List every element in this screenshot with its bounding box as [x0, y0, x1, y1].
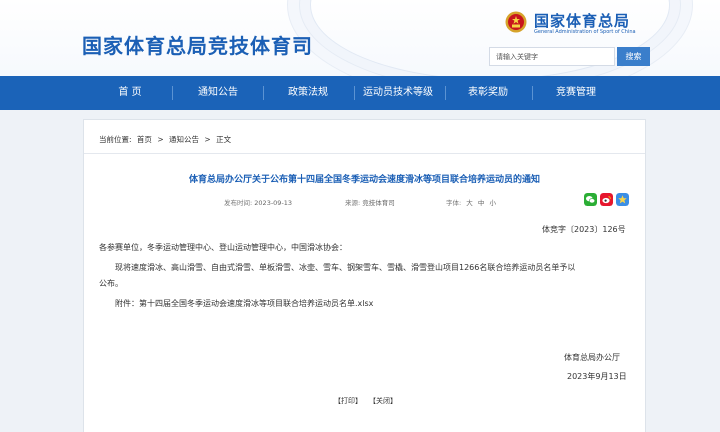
- source-label: 来源:: [345, 199, 361, 207]
- nav-item-competition[interactable]: 竞赛管理: [538, 76, 614, 110]
- weibo-icon[interactable]: [600, 193, 613, 206]
- main-nav: 首 页 通知公告 政策法规 运动员技术等级 表彰奖励 竞赛管理: [0, 76, 720, 110]
- search-input[interactable]: [489, 47, 615, 66]
- nav-item-home[interactable]: 首 页: [98, 76, 162, 110]
- breadcrumb-notices[interactable]: 通知公告: [169, 135, 199, 144]
- body-paragraph-line-1: 现将速度滑冰、高山滑雪、自由式滑雪、单板滑雪、冰壶、雪车、钢架雪车、雪橇、滑雪登…: [115, 263, 576, 272]
- article-title: 体育总局办公厅关于公布第十四届全国冬季运动会速度滑冰等项目联合培养运动员的通知: [188, 175, 540, 185]
- publish-date: 发布时间: 2023-09-13: [224, 197, 292, 207]
- favorite-icon[interactable]: [616, 193, 629, 206]
- close-button[interactable]: 【关闭】: [369, 396, 397, 406]
- font-size-label: 字体:: [446, 199, 462, 207]
- nav-item-athlete-grades[interactable]: 运动员技术等级: [356, 76, 440, 110]
- nav-item-policies[interactable]: 政策法规: [270, 76, 346, 110]
- article-source: 来源: 竞技体育司: [345, 197, 395, 207]
- search-button[interactable]: 搜索: [617, 47, 650, 66]
- font-size-medium[interactable]: 中: [478, 199, 485, 207]
- publish-date-value: 2023-09-13: [254, 199, 293, 207]
- agency-english-name: General Administration of Sport of China: [534, 29, 636, 35]
- attachment-link[interactable]: 附件：第十四届全国冬季运动会速度滑冰等项目联合培养运动员名单.xlsx: [115, 298, 373, 309]
- breadcrumb-current: 正文: [216, 135, 232, 144]
- font-size-large[interactable]: 大: [466, 199, 473, 207]
- nav-separator: [172, 86, 173, 100]
- font-size-small[interactable]: 小: [489, 199, 496, 207]
- site-header: 国家体育总局竞技体育司 国家体育总局 General Administratio…: [0, 0, 720, 76]
- signature-date: 2023年9月13日: [567, 372, 627, 381]
- body-paragraph-line-2: 公布。: [99, 279, 123, 288]
- nav-item-notices[interactable]: 通知公告: [180, 76, 256, 110]
- nav-separator: [532, 86, 533, 100]
- agency-name[interactable]: 国家体育总局: [534, 10, 630, 31]
- source-value: 竞技体育司: [362, 199, 395, 207]
- nav-item-awards[interactable]: 表彰奖励: [450, 76, 526, 110]
- recipients-line: 各参赛单位，冬季运动管理中心、登山运动管理中心，中国滑冰协会：: [99, 243, 347, 252]
- article-panel: 当前位置: 首页 > 通知公告 > 正文 体育总局办公厅关于公布第十四届全国冬季…: [83, 119, 646, 432]
- site-title[interactable]: 国家体育总局竞技体育司: [82, 30, 313, 59]
- breadcrumb-separator: >: [157, 135, 164, 144]
- nav-separator: [263, 86, 264, 100]
- nav-separator: [354, 86, 355, 100]
- wechat-icon[interactable]: [584, 193, 597, 206]
- breadcrumb-separator: >: [204, 135, 211, 144]
- breadcrumb-home[interactable]: 首页: [137, 135, 152, 144]
- publish-date-label: 发布时间:: [224, 199, 253, 207]
- national-emblem-icon: [505, 11, 527, 33]
- nav-separator: [445, 86, 446, 100]
- breadcrumb-divider: [84, 153, 645, 154]
- breadcrumb: 当前位置: 首页 > 通知公告 > 正文: [99, 134, 234, 145]
- print-button[interactable]: 【打印】: [334, 396, 362, 406]
- signature-organization: 体育总局办公厅: [564, 353, 620, 362]
- breadcrumb-prefix: 当前位置:: [99, 135, 132, 144]
- document-number: 体竞字〔2023〕126号: [542, 225, 626, 234]
- font-size-selector: 字体: 大 中 小: [446, 197, 496, 207]
